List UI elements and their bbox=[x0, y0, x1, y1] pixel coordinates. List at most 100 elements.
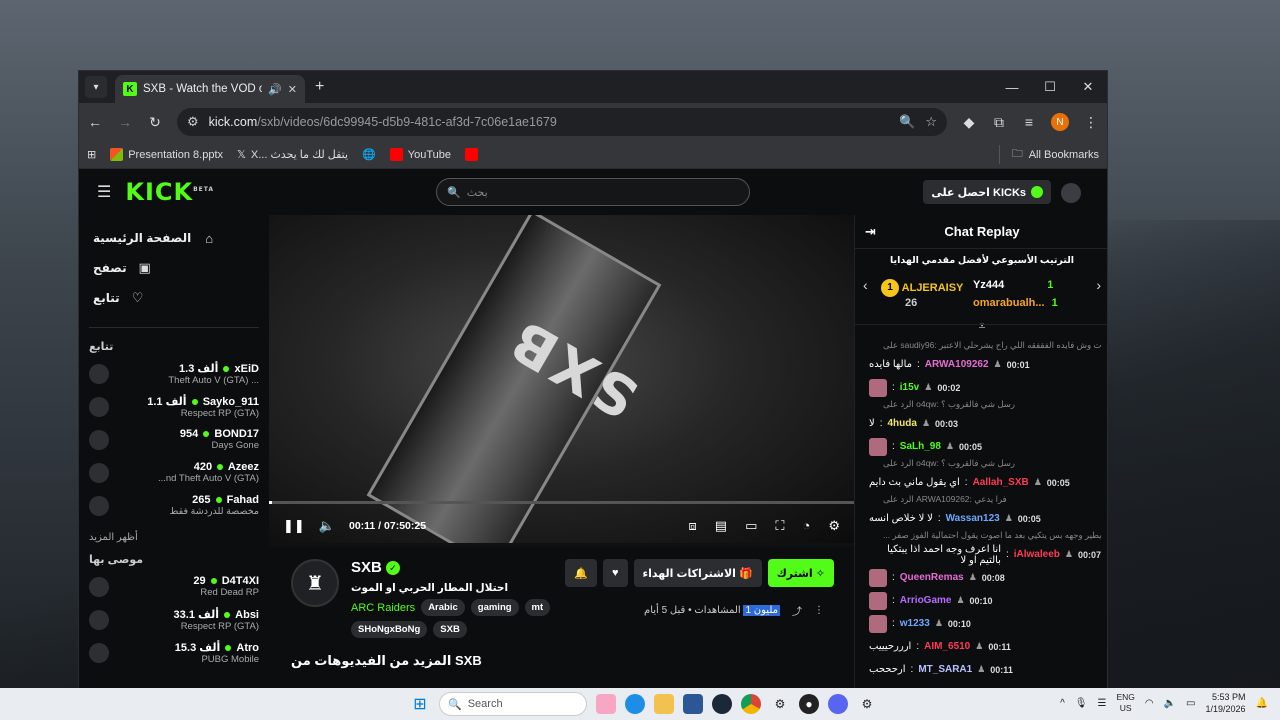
prev-arrow-icon[interactable]: ‹ bbox=[863, 277, 868, 293]
back-icon[interactable]: ← bbox=[87, 114, 103, 130]
clock[interactable]: 5:53 PM 1/19/2026 bbox=[1206, 691, 1246, 715]
chat-message[interactable]: 00:03 ♟ 4huda: لا bbox=[869, 412, 1101, 435]
menu-icon[interactable]: ⋮ bbox=[1083, 114, 1099, 131]
bookmark-youtube[interactable]: YouTube bbox=[389, 148, 451, 161]
chat-message[interactable]: 00:11 ♟ AIM_6510: ارررحيييب bbox=[869, 635, 1101, 658]
pause-icon[interactable]: ❚❚ bbox=[283, 518, 305, 534]
chat-username[interactable]: ARWA109262 bbox=[925, 359, 989, 370]
copilot-icon[interactable] bbox=[596, 694, 616, 714]
discord-icon[interactable] bbox=[828, 694, 848, 714]
bookmark-globe[interactable]: 🌐 bbox=[362, 148, 376, 161]
notification-bell-button[interactable]: 🔔 bbox=[565, 559, 597, 587]
channel-item[interactable]: 15.3 ألف Atro PUBG Mobile bbox=[89, 636, 259, 669]
address-bar[interactable]: ⚙ kick.com/sxb/videos/6dc99945-d5b9-481c… bbox=[177, 108, 947, 136]
bookmark-star-icon[interactable]: ☆ bbox=[925, 114, 937, 130]
extension-icon[interactable]: ◆ bbox=[961, 114, 977, 131]
chevron-up-icon[interactable]: ^ bbox=[1060, 698, 1065, 709]
sidebar-item-browse[interactable]: ▣ تصفح bbox=[89, 253, 259, 283]
channel-item[interactable]: 954 BOND17 Days Gone bbox=[89, 423, 259, 456]
chat-message[interactable]: 00:05 ♟ Wassan123: لا لا خلاص انسه bbox=[869, 507, 1101, 530]
bookmark-x[interactable]: 𝕏 X... يتقل لك ما يحدث bbox=[237, 148, 348, 161]
chat-username[interactable]: MT_SARA1 bbox=[918, 664, 972, 675]
chat-username[interactable]: i15v bbox=[900, 382, 919, 393]
channel-avatar[interactable]: ♜ bbox=[291, 559, 339, 607]
hamburger-menu-icon[interactable]: ☰ bbox=[97, 182, 111, 202]
show-more-link[interactable]: أظهر المزيد bbox=[89, 532, 259, 543]
app-icon[interactable]: ● bbox=[799, 694, 819, 714]
bookmark-presentation[interactable]: Presentation 8.pptx bbox=[110, 148, 223, 161]
more-options-icon[interactable]: ⋮ bbox=[814, 605, 824, 616]
tab-search-button[interactable]: ▾ bbox=[85, 76, 107, 98]
taskbar-search[interactable]: 🔍 Search bbox=[439, 692, 587, 716]
chat-message[interactable]: 00:05 ♟ SaLh_98: bbox=[869, 435, 1101, 458]
chrome-icon[interactable] bbox=[741, 694, 761, 714]
chat-username[interactable]: QueenRemas bbox=[900, 572, 964, 583]
chat-message[interactable]: 00:07 ♟ iAlwaleeb: انا اعرف وجه احمد اذا يب… bbox=[869, 543, 1101, 566]
progress-bar[interactable] bbox=[269, 501, 854, 504]
tag[interactable]: SXB bbox=[433, 621, 467, 638]
close-tab-icon[interactable]: ✕ bbox=[288, 83, 297, 96]
subscribe-button[interactable]: اشترك ✧ bbox=[767, 559, 834, 587]
battery-icon[interactable]: ▭ bbox=[1186, 698, 1195, 709]
category-link[interactable]: ARC Raiders bbox=[351, 602, 415, 614]
channel-item[interactable]: 265 Fahad مخصصة للدردشة فقط bbox=[89, 489, 259, 522]
sidebar-item-following[interactable]: ♡ تتابع bbox=[89, 283, 259, 313]
maximize-button[interactable]: ☐ bbox=[1031, 71, 1069, 103]
wifi-icon[interactable]: ◠ bbox=[1145, 698, 1154, 709]
edge-icon[interactable] bbox=[625, 694, 645, 714]
chat-message[interactable]: 00:08 ♟ QueenRemas: bbox=[869, 566, 1101, 589]
settings-icon[interactable]: ⚙ bbox=[770, 694, 790, 714]
collapse-chat-icon[interactable]: ⇥ bbox=[865, 224, 876, 240]
get-kicks-button[interactable]: احصل على KICKs bbox=[923, 180, 1051, 204]
windows-start-icon[interactable]: ⊞ bbox=[410, 694, 430, 714]
profile-avatar[interactable]: N bbox=[1051, 113, 1069, 131]
tag[interactable]: mt bbox=[524, 599, 551, 616]
all-bookmarks[interactable]: 🗀 All Bookmarks bbox=[998, 145, 1099, 164]
tag[interactable]: SHoNgxBoNg bbox=[351, 621, 428, 638]
speed-icon[interactable]: ◔ bbox=[802, 518, 810, 534]
theater-icon[interactable]: ▭ bbox=[745, 518, 757, 534]
chat-username[interactable]: iAlwaleeb bbox=[1014, 549, 1060, 560]
channel-item[interactable]: 1.1 ألف Sayko_911 Respect RP (GTA) bbox=[89, 390, 259, 423]
chat-message[interactable]: 00:02 ♟ i15v: bbox=[869, 376, 1101, 399]
notifications-icon[interactable]: 🔔 bbox=[1256, 698, 1268, 709]
channel-item[interactable]: 33.1 ألف Absi Respect RP (GTA) bbox=[89, 603, 259, 636]
kick-logo[interactable]: KICKBETA bbox=[125, 178, 214, 206]
zoom-icon[interactable]: 🔍 bbox=[899, 114, 915, 130]
share-icon[interactable]: ⤴ bbox=[792, 603, 802, 618]
clip-icon[interactable]: ▤ bbox=[715, 518, 727, 534]
pip-icon[interactable]: ⧈ bbox=[689, 518, 697, 534]
chat-username[interactable]: Aallah_SXB bbox=[973, 477, 1029, 488]
new-tab-button[interactable]: + bbox=[315, 78, 324, 96]
minimize-button[interactable]: — bbox=[993, 71, 1031, 103]
next-arrow-icon[interactable]: › bbox=[1096, 277, 1101, 293]
chat-username[interactable]: 4huda bbox=[887, 418, 916, 429]
store-icon[interactable] bbox=[683, 694, 703, 714]
bookmark-youtube-2[interactable] bbox=[465, 148, 478, 161]
file-explorer-icon[interactable] bbox=[654, 694, 674, 714]
fullscreen-icon[interactable]: ⛶ bbox=[775, 518, 784, 534]
chat-username[interactable]: w1233 bbox=[900, 618, 930, 629]
steam-icon[interactable] bbox=[712, 694, 732, 714]
sidebar-item-home[interactable]: ⌂ الصفحة الرئيسية bbox=[89, 223, 259, 253]
video-player[interactable]: SXB ❚❚ 🔈 00:11 / 07:50:25 ⧈ ▤ ▭ ⛶ ◔ ⚙ bbox=[269, 215, 854, 543]
channel-item[interactable]: 29 D4T4XI Red Dead RP bbox=[89, 570, 259, 603]
reload-icon[interactable]: ↻ bbox=[147, 114, 163, 131]
speaker-icon[interactable]: 🔈 bbox=[1164, 698, 1176, 709]
user-avatar[interactable] bbox=[1061, 183, 1081, 203]
speaker-icon[interactable]: 🔊 bbox=[268, 83, 282, 96]
chat-username[interactable]: ArrioGame bbox=[900, 595, 952, 606]
channel-item[interactable]: 1.3 ألف xEiD Theft Auto V (GTA) ... bbox=[89, 357, 259, 390]
media-control-icon[interactable]: ≡ bbox=[1021, 114, 1037, 130]
tab-active[interactable]: K SXB - Watch the VOD on Kick 🔊 ✕ bbox=[115, 75, 305, 103]
site-info-icon[interactable]: ⚙ bbox=[187, 114, 199, 130]
chat-message[interactable]: 00:10 ♟ w1233: bbox=[869, 612, 1101, 635]
gear-app-icon[interactable]: ⚙ bbox=[857, 694, 877, 714]
chat-username[interactable]: SaLh_98 bbox=[900, 441, 941, 452]
language-indicator[interactable]: ENG US bbox=[1116, 692, 1134, 714]
chat-message[interactable]: 00:11 ♟ MT_SARA1: ارحححب bbox=[869, 658, 1101, 681]
tag[interactable]: gaming bbox=[470, 599, 519, 616]
chat-message[interactable]: 00:10 ♟ ArrioGame: bbox=[869, 589, 1101, 612]
apps-icon[interactable]: ⊞ bbox=[87, 148, 96, 161]
channel-name[interactable]: SXB bbox=[351, 559, 382, 576]
